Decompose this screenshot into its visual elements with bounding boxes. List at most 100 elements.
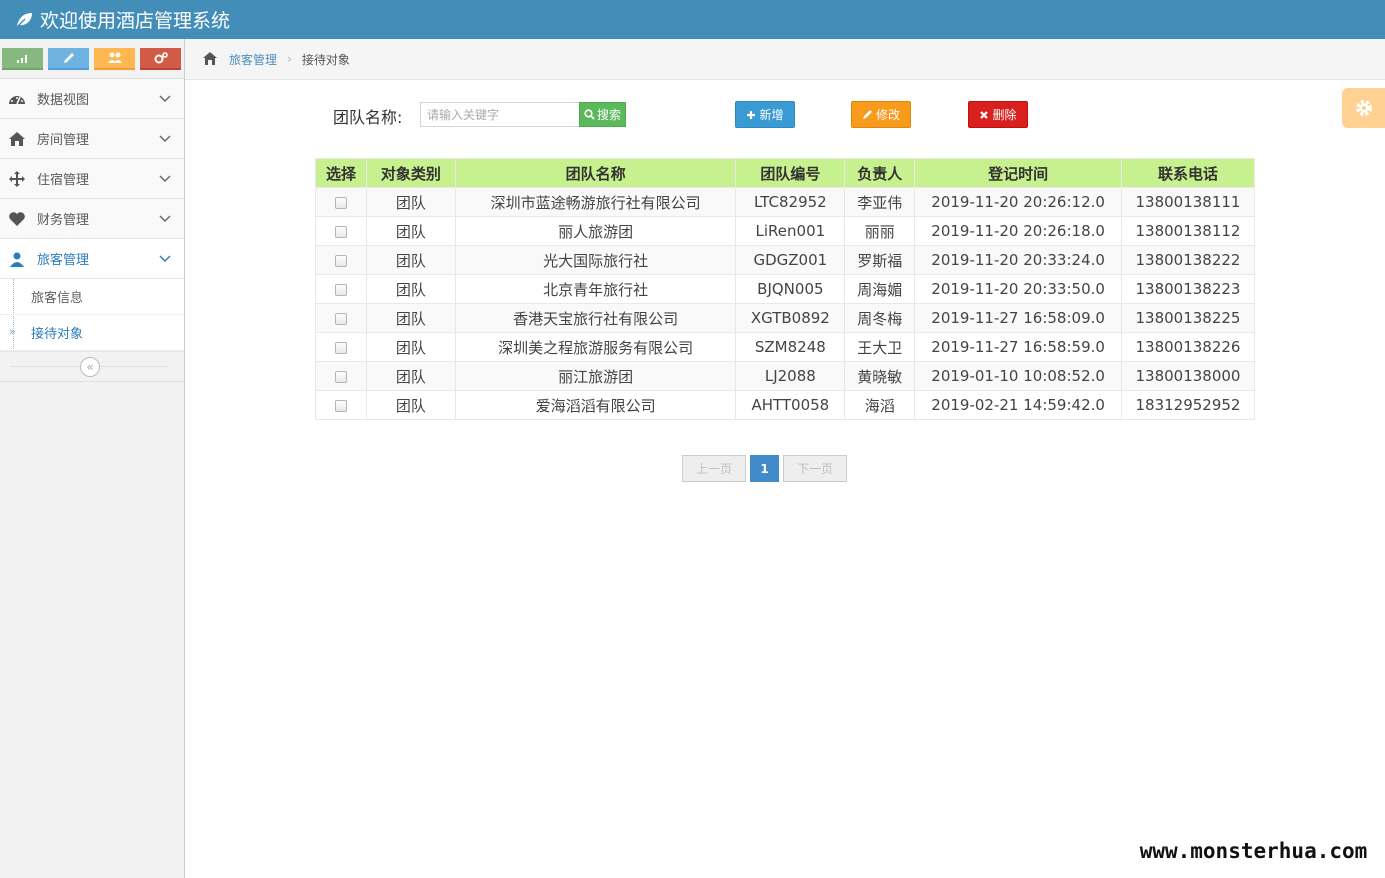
select-cell [315, 361, 367, 391]
team-name-cell: 丽人旅游团 [454, 216, 737, 246]
column-header-team-name: 团队名称 [454, 158, 737, 188]
object-type-cell: 团队 [365, 303, 456, 333]
add-button[interactable]: 新增 [735, 101, 795, 128]
team-name-search-input[interactable] [420, 102, 580, 127]
sidebar-subitem-guest-info[interactable]: 旅客信息 [0, 279, 184, 315]
shortcut-users-button[interactable] [94, 48, 135, 70]
row-checkbox[interactable] [334, 399, 347, 412]
select-cell [315, 216, 367, 246]
leader-cell: 周冬梅 [844, 303, 916, 333]
next-page-button[interactable]: 下一页 [783, 455, 847, 482]
sidebar-item-data-view[interactable]: 数据视图 [0, 79, 184, 119]
breadcrumb-link-guest-management[interactable]: 旅客管理 [229, 51, 277, 68]
sidebar-item-label: 财务管理 [37, 213, 90, 228]
search-button[interactable]: 搜索 [579, 102, 626, 127]
plus-icon [747, 110, 756, 119]
sidebar-subitem-label: 接待对象 [31, 327, 84, 342]
team-number-cell: SZM8248 [735, 332, 846, 362]
select-cell [315, 274, 367, 304]
move-icon [8, 170, 26, 188]
sidebar-subitem-reception-objects[interactable]: » 接待对象 [0, 315, 184, 351]
object-type-cell: 团队 [365, 216, 456, 246]
phone-cell: 13800138000 [1121, 361, 1255, 391]
row-checkbox[interactable] [334, 370, 347, 383]
select-cell [315, 303, 367, 333]
phone-cell: 13800138112 [1121, 216, 1255, 246]
register-time-cell: 2019-11-20 20:33:50.0 [914, 274, 1122, 304]
shortcut-edit-button[interactable] [48, 48, 89, 70]
table-row[interactable]: 团队 深圳市蓝途畅游旅行社有限公司 LTC82952 李亚伟 2019-11-2… [315, 187, 1255, 217]
search-button-label: 搜索 [596, 108, 621, 122]
object-type-cell: 团队 [365, 390, 456, 420]
edit-button[interactable]: 修改 [851, 101, 911, 128]
shortcut-settings-button[interactable] [140, 48, 181, 70]
column-header-select: 选择 [315, 158, 367, 188]
sidebar-item-finance-management[interactable]: 财务管理 [0, 199, 184, 239]
edit-button-label: 修改 [875, 108, 900, 122]
home-icon [8, 130, 26, 148]
table-header-row: 选择 对象类别 团队名称 团队编号 负责人 登记时间 联系电话 [315, 158, 1255, 188]
register-time-cell: 2019-11-27 16:58:59.0 [914, 332, 1122, 362]
table-row[interactable]: 团队 香港天宝旅行社有限公司 XGTB0892 周冬梅 2019-11-27 1… [315, 303, 1255, 333]
leader-cell: 王大卫 [844, 332, 916, 362]
table-row[interactable]: 团队 深圳美之程旅游服务有限公司 SZM8248 王大卫 2019-11-27 … [315, 332, 1255, 362]
page-number-button[interactable]: 1 [750, 455, 779, 482]
phone-cell: 13800138223 [1121, 274, 1255, 304]
leader-cell: 罗斯福 [844, 245, 916, 275]
column-header-phone: 联系电话 [1121, 158, 1255, 188]
table-row[interactable]: 团队 丽江旅游团 LJ2088 黄晓敏 2019-01-10 10:08:52.… [315, 361, 1255, 391]
register-time-cell: 2019-11-20 20:33:24.0 [914, 245, 1122, 275]
sidebar-item-label: 住宿管理 [37, 173, 90, 188]
heart-icon [8, 210, 26, 228]
register-time-cell: 2019-11-27 16:58:09.0 [914, 303, 1122, 333]
leader-cell: 李亚伟 [844, 187, 916, 217]
row-checkbox[interactable] [334, 283, 347, 296]
sidebar-item-lodging-management[interactable]: 住宿管理 [0, 159, 184, 199]
object-type-cell: 团队 [365, 361, 456, 391]
select-cell [315, 245, 367, 275]
watermark: www.monsterhua.com [1122, 824, 1385, 878]
phone-cell: 13800138225 [1121, 303, 1255, 333]
chevron-down-icon [159, 175, 171, 182]
column-header-register-time: 登记时间 [914, 158, 1122, 188]
sidebar-shortcuts [0, 39, 184, 79]
row-checkbox[interactable] [334, 312, 347, 325]
team-number-cell: LiRen001 [735, 216, 846, 246]
leader-cell: 丽丽 [844, 216, 916, 246]
shortcut-stats-button[interactable] [2, 48, 43, 70]
row-checkbox[interactable] [334, 254, 347, 267]
team-name-cell: 丽江旅游团 [454, 361, 737, 391]
settings-toggle-button[interactable] [1342, 88, 1385, 128]
team-name-search-label: 团队名称: [333, 108, 403, 127]
phone-cell: 18312952952 [1121, 390, 1255, 420]
leader-cell: 海滔 [844, 390, 916, 420]
select-cell [315, 187, 367, 217]
breadcrumb-separator: › [287, 52, 292, 66]
pencil-icon [862, 110, 872, 119]
row-checkbox[interactable] [334, 341, 347, 354]
sidebar-item-room-management[interactable]: 房间管理 [0, 119, 184, 159]
register-time-cell: 2019-02-21 14:59:42.0 [914, 390, 1122, 420]
close-icon [980, 110, 989, 119]
home-icon[interactable] [202, 51, 218, 67]
delete-button[interactable]: 删除 [968, 101, 1028, 128]
row-checkbox[interactable] [334, 225, 347, 238]
object-type-cell: 团队 [365, 332, 456, 362]
prev-page-button[interactable]: 上一页 [682, 455, 746, 482]
table-row[interactable]: 团队 光大国际旅行社 GDGZ001 罗斯福 2019-11-20 20:33:… [315, 245, 1255, 275]
signal-icon [16, 55, 27, 63]
leader-cell: 周海媚 [844, 274, 916, 304]
row-checkbox[interactable] [334, 196, 347, 209]
table-row[interactable]: 团队 北京青年旅行社 BJQN005 周海媚 2019-11-20 20:33:… [315, 274, 1255, 304]
sidebar-collapse-button[interactable]: « [80, 357, 100, 377]
sidebar-item-guest-management[interactable]: 旅客管理 [0, 239, 184, 279]
sidebar-item-label: 房间管理 [37, 133, 90, 148]
sidebar-item-label: 旅客管理 [37, 253, 90, 268]
team-number-cell: XGTB0892 [735, 303, 846, 333]
team-number-cell: AHTT0058 [735, 390, 846, 420]
top-navbar: 欢迎使用酒店管理系统 [0, 0, 1385, 39]
team-number-cell: BJQN005 [735, 274, 846, 304]
table-row[interactable]: 团队 丽人旅游团 LiRen001 丽丽 2019-11-20 20:26:18… [315, 216, 1255, 246]
table-row[interactable]: 团队 爱海滔滔有限公司 AHTT0058 海滔 2019-02-21 14:59… [315, 390, 1255, 420]
brand[interactable]: 欢迎使用酒店管理系统 [14, 6, 230, 33]
